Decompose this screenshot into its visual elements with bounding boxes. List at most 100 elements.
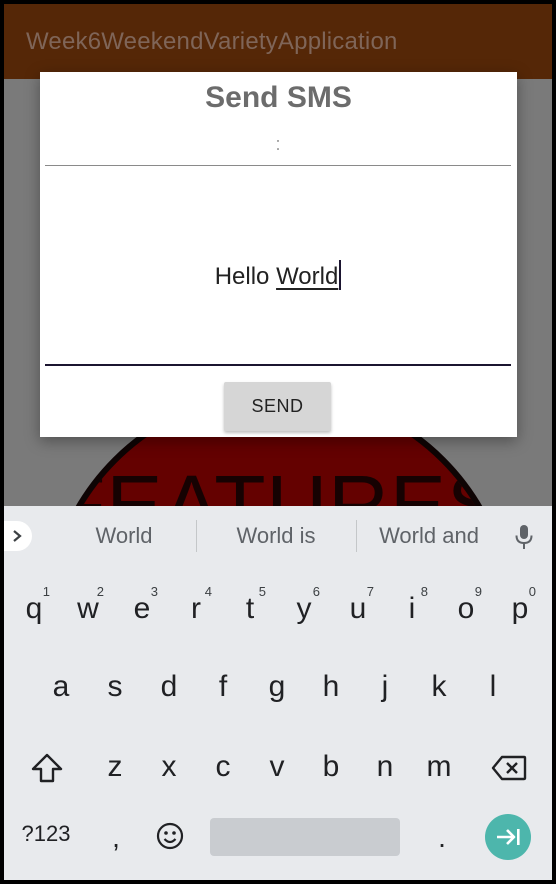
key-d[interactable]: d [142, 650, 196, 720]
backspace-key[interactable] [474, 734, 544, 804]
text-cursor [339, 260, 342, 290]
symbols-key-label: ?123 [21, 821, 71, 846]
key-label: l [489, 670, 497, 703]
key-v[interactable]: v [250, 730, 304, 800]
app-bar: Week6WeekendVarietyApplication [4, 4, 552, 79]
key-c[interactable]: c [196, 730, 250, 800]
key-j[interactable]: j [358, 650, 412, 720]
suggestion-strip: World World is World and [4, 506, 552, 564]
suggestion-divider [196, 520, 197, 552]
shift-key[interactable] [12, 734, 82, 804]
key-label: p [511, 592, 529, 625]
key-label: r [191, 592, 201, 625]
app-title: Week6WeekendVarietyApplication [26, 28, 398, 55]
suggestion-divider [356, 520, 357, 552]
phone-screen: Week6WeekendVarietyApplication FEATURES … [4, 4, 552, 880]
enter-arrow-icon [497, 829, 520, 845]
key-f[interactable]: f [196, 650, 250, 720]
key-label: t [245, 592, 255, 625]
emoji-icon [156, 822, 184, 850]
spacebar[interactable] [210, 818, 400, 856]
key-label: b [322, 750, 340, 783]
key-label: x [161, 750, 177, 783]
key-number-hint: 2 [96, 584, 104, 599]
key-s[interactable]: s [88, 650, 142, 720]
key-g[interactable]: g [250, 650, 304, 720]
key-b[interactable]: b [304, 730, 358, 800]
key-label: h [322, 670, 340, 703]
key-y[interactable]: y6 [277, 572, 331, 642]
suggestion-item[interactable]: World [64, 523, 184, 549]
period-key-label: . [438, 822, 446, 853]
key-r[interactable]: r4 [169, 572, 223, 642]
key-n[interactable]: n [358, 730, 412, 800]
key-label: w [77, 592, 99, 625]
message-word-composing: World [276, 263, 339, 290]
key-number-hint: 0 [528, 584, 536, 599]
key-number-hint: 1 [42, 584, 50, 599]
comma-key[interactable]: , [96, 814, 136, 864]
key-number-hint: 4 [204, 584, 212, 599]
key-label: e [133, 592, 151, 625]
keys-area: q1w2e3r4t5y6u7i8o9p0 asdfghjkl zxcvbnm ?… [4, 564, 552, 880]
key-number-hint: 7 [366, 584, 374, 599]
key-label: y [296, 592, 312, 625]
key-label: s [107, 670, 123, 703]
dialog-title: Send SMS [205, 81, 352, 114]
phone-number-value: : [275, 134, 281, 154]
key-x[interactable]: x [142, 730, 196, 800]
key-label: j [381, 670, 389, 703]
backspace-icon [491, 755, 527, 781]
key-label: a [52, 670, 70, 703]
key-label: o [457, 592, 475, 625]
key-label: q [25, 592, 43, 625]
key-q[interactable]: q1 [7, 572, 61, 642]
key-label: f [218, 670, 228, 703]
key-label: g [268, 670, 286, 703]
phone-number-field[interactable]: : [45, 128, 511, 166]
key-label: u [349, 592, 367, 625]
key-u[interactable]: u7 [331, 572, 385, 642]
key-p[interactable]: p0 [493, 572, 547, 642]
message-field[interactable]: Hello World [45, 168, 511, 366]
suggestion-item[interactable]: World is [216, 523, 336, 549]
chevron-right-icon [13, 530, 22, 542]
key-e[interactable]: e3 [115, 572, 169, 642]
key-number-hint: 3 [150, 584, 158, 599]
key-label: k [431, 670, 447, 703]
key-label: c [215, 750, 231, 783]
key-label: d [160, 670, 178, 703]
key-number-hint: 9 [474, 584, 482, 599]
send-button[interactable]: SEND [224, 382, 331, 431]
key-number-hint: 6 [312, 584, 320, 599]
key-number-hint: 8 [420, 584, 428, 599]
key-z[interactable]: z [88, 730, 142, 800]
key-label: n [376, 750, 394, 783]
key-a[interactable]: a [34, 650, 88, 720]
key-label: m [426, 750, 452, 783]
key-h[interactable]: h [304, 650, 358, 720]
period-key[interactable]: . [422, 814, 462, 864]
mic-icon[interactable] [514, 524, 534, 550]
key-number-hint: 5 [258, 584, 266, 599]
soft-keyboard: World World is World and q1w2e3r4t5y6u7i… [4, 506, 552, 880]
key-o[interactable]: o9 [439, 572, 493, 642]
key-i[interactable]: i8 [385, 572, 439, 642]
key-w[interactable]: w2 [61, 572, 115, 642]
key-t[interactable]: t5 [223, 572, 277, 642]
key-l[interactable]: l [466, 650, 520, 720]
key-label: z [107, 750, 123, 783]
symbols-key[interactable]: ?123 [14, 817, 78, 857]
key-k[interactable]: k [412, 650, 466, 720]
key-label: i [408, 592, 416, 625]
key-label: v [269, 750, 285, 783]
send-sms-dialog: Send SMS : Hello World SEND [40, 72, 517, 437]
comma-key-label: , [112, 822, 120, 853]
message-value: Hello World [45, 260, 511, 291]
message-word: Hello [214, 263, 270, 290]
emoji-key[interactable] [148, 814, 192, 858]
expand-toolbar-button[interactable] [4, 521, 32, 551]
enter-key[interactable] [485, 814, 531, 860]
suggestion-item[interactable]: World and [364, 523, 494, 549]
key-m[interactable]: m [412, 730, 466, 800]
